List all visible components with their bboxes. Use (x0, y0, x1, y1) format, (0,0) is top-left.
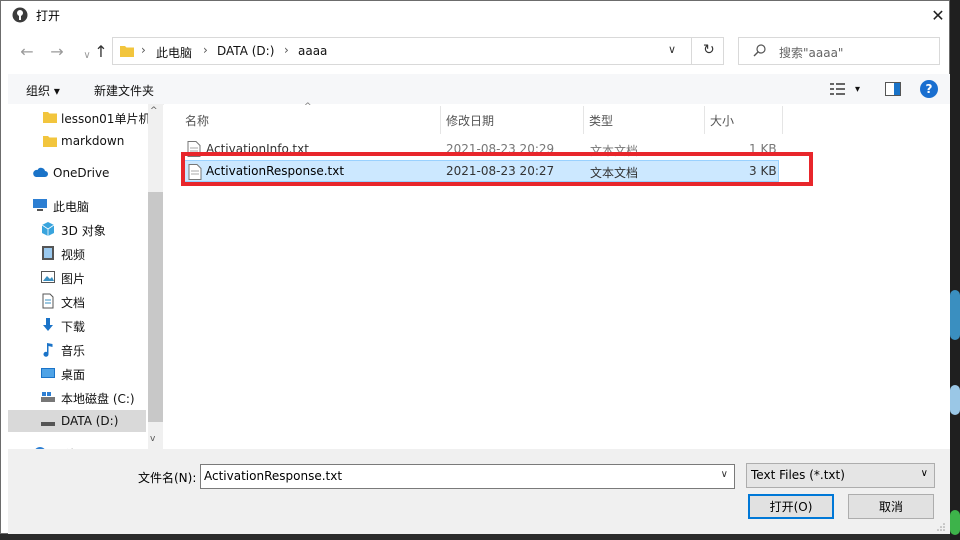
column-divider[interactable] (583, 106, 584, 134)
view-menu-chevron-icon[interactable]: ▾ (855, 84, 860, 95)
sort-ascending-icon: ^ (304, 102, 312, 112)
close-button[interactable]: ✕ (926, 2, 950, 28)
breadcrumb-aaaa[interactable]: aaaa (298, 44, 327, 58)
preview-pane-icon[interactable] (885, 82, 901, 96)
address-bar[interactable]: › 此电脑 › DATA (D:) › aaaa ∨ ↻ (112, 37, 724, 65)
sidebar-item-label: OneDrive (53, 166, 110, 180)
scroll-down-icon[interactable]: v (150, 434, 155, 444)
cancel-button[interactable]: 取消 (848, 494, 934, 519)
sidebar-item-music[interactable]: 音乐 (8, 338, 148, 360)
column-header-type[interactable]: 类型 (589, 112, 613, 129)
filename-dropdown-icon[interactable]: ∨ (721, 469, 728, 480)
sidebar-item-data-d[interactable]: DATA (D:) (8, 410, 146, 432)
download-icon (43, 318, 53, 331)
resize-grip-icon[interactable] (936, 522, 946, 532)
highlight-box (181, 152, 813, 186)
address-dropdown-icon[interactable]: ∨ (668, 43, 676, 56)
desktop-app-icon (950, 290, 960, 340)
sidebar-item-label: 3D 对象 (61, 224, 106, 238)
sidebar-item-documents[interactable]: 文档 (8, 290, 148, 312)
sidebar-item-downloads[interactable]: 下载 (8, 314, 148, 336)
computer-icon (33, 199, 47, 211)
cloud-icon (33, 167, 48, 177)
sidebar-item-label: 下载 (61, 320, 86, 334)
sidebar-item-videos[interactable]: 视频 (8, 242, 148, 264)
sidebar-scrollbar[interactable]: ^ v (148, 104, 163, 449)
search-placeholder: 搜索"aaaa" (779, 46, 844, 60)
sidebar-item-onedrive[interactable]: OneDrive (8, 162, 148, 184)
sidebar-item-network[interactable]: 网络 (8, 442, 148, 449)
sidebar-item-desktop[interactable]: 桌面 (8, 362, 148, 384)
sidebar-item-label: 本地磁盘 (C:) (61, 392, 135, 406)
sidebar-item-this-pc[interactable]: 此电脑 (8, 194, 148, 216)
sidebar-item-label: lesson01单片机 (61, 112, 151, 126)
breadcrumb-separator: › (141, 43, 146, 57)
column-divider[interactable] (704, 106, 705, 134)
sidebar-item-label: 图片 (61, 272, 86, 286)
folder-icon (120, 46, 134, 57)
sidebar-item-label: 文档 (61, 296, 86, 310)
organize-button[interactable]: 组织 ▾ (26, 82, 60, 99)
cube-icon (41, 222, 55, 236)
desktop-app-icon (950, 385, 960, 415)
refresh-icon[interactable]: ↻ (703, 42, 715, 58)
new-folder-button[interactable]: 新建文件夹 (94, 82, 154, 99)
app-icon (12, 7, 28, 23)
sidebar-item-label: 此电脑 (53, 200, 90, 214)
scroll-up-icon[interactable]: ^ (150, 106, 158, 116)
column-header-size[interactable]: 大小 (710, 112, 734, 129)
filename-input[interactable]: ActivationResponse.txt ∨ (200, 464, 735, 489)
column-divider[interactable] (440, 106, 441, 134)
filename-value: ActivationResponse.txt (204, 469, 343, 483)
drive-icon (41, 422, 55, 426)
sidebar-item-label: markdown (61, 134, 125, 148)
desktop-app-icon (950, 510, 960, 535)
breadcrumb-data-drive[interactable]: DATA (D:) (217, 44, 274, 58)
filetype-select[interactable]: Text Files (*.txt) ∨ (746, 463, 935, 488)
drive-icon (41, 392, 55, 402)
sidebar-item-markdown[interactable]: markdown (8, 130, 148, 152)
sidebar-item-label: 音乐 (61, 344, 86, 358)
filename-label: 文件名(N): (138, 471, 197, 485)
breadcrumb-this-pc[interactable]: 此电脑 (156, 44, 192, 61)
breadcrumb-separator: › (284, 43, 289, 57)
window-title: 打开 (36, 9, 61, 23)
filetype-value: Text Files (*.txt) (751, 468, 845, 482)
sidebar-item-3d-objects[interactable]: 3D 对象 (8, 218, 148, 240)
sidebar-item-label: 视频 (61, 248, 86, 262)
sidebar-item-label: DATA (D:) (61, 414, 119, 428)
dialog-footer (8, 449, 950, 534)
column-divider[interactable] (782, 106, 783, 134)
forward-arrow-icon[interactable]: → (46, 40, 68, 62)
sidebar-item-label: 桌面 (61, 368, 86, 382)
filetype-dropdown-icon[interactable]: ∨ (921, 468, 928, 479)
sidebar-item-lesson01[interactable]: lesson01单片机 (8, 106, 151, 128)
desktop-background (950, 0, 960, 540)
open-button[interactable]: 打开(O) (748, 494, 834, 519)
video-icon (42, 246, 54, 260)
search-icon (753, 44, 766, 57)
open-file-dialog: 打开 ✕ ← → ∨ ↑ › 此电脑 › DATA (D:) › aaaa ∨ … (0, 0, 950, 534)
sidebar-item-pictures[interactable]: 图片 (8, 266, 148, 288)
navigation-pane: lesson01单片机 markdown OneDrive 此电脑 3D 对象 … (8, 104, 163, 449)
document-icon (42, 293, 54, 309)
desktop-icon (41, 368, 55, 378)
picture-icon (41, 271, 55, 283)
search-box[interactable]: 搜索"aaaa" (738, 37, 940, 65)
view-options-icon[interactable] (830, 82, 846, 96)
folder-icon (43, 136, 57, 147)
help-icon[interactable]: ? (920, 80, 938, 98)
column-header-date[interactable]: 修改日期 (446, 112, 494, 129)
back-arrow-icon[interactable]: ← (16, 40, 38, 62)
column-header-name[interactable]: 名称 (185, 112, 209, 129)
address-divider (691, 38, 692, 64)
up-arrow-icon[interactable]: ↑ (90, 40, 112, 62)
folder-icon (43, 112, 57, 123)
breadcrumb-separator: › (203, 43, 208, 57)
music-icon (43, 343, 53, 357)
scrollbar-thumb[interactable] (148, 192, 163, 422)
sidebar-item-local-disk-c[interactable]: 本地磁盘 (C:) (8, 386, 148, 408)
